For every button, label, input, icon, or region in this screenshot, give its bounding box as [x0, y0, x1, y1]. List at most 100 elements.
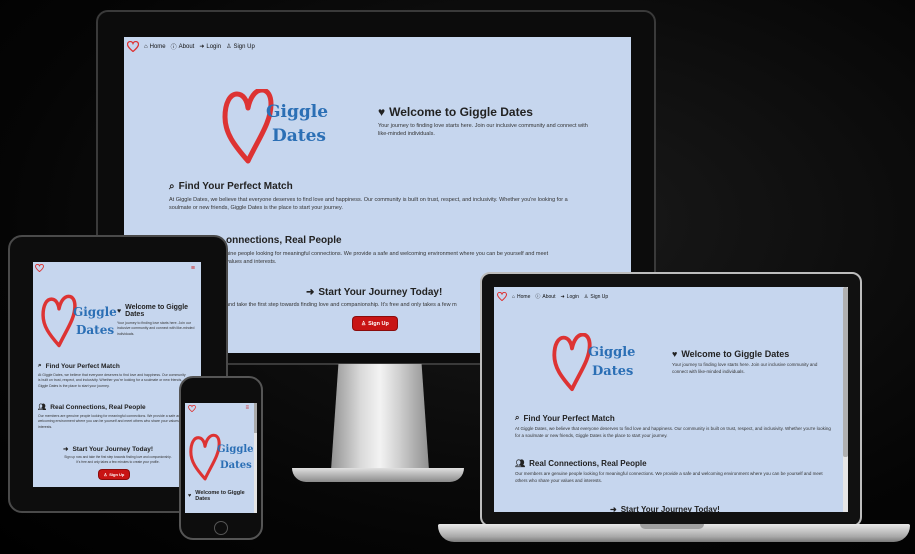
brand-logo: Giggle Dates: [222, 89, 328, 169]
real-text: uine people looking for meaningful conne…: [226, 251, 549, 257]
nav-login-link[interactable]: ➜ Login: [199, 43, 222, 51]
brand-line1: Giggle: [73, 305, 117, 319]
real-text: Our members are genuine people looking f…: [515, 471, 823, 483]
signup-button-label: Sign Up: [368, 320, 389, 327]
find-text: At Giggle Dates, we believe that everyon…: [38, 373, 186, 388]
welcome-title-text: Welcome to Giggle Dates: [389, 105, 533, 119]
navbar: ⌂ Home ⓘ About ➜ Login ♙ Sign Up: [497, 292, 608, 301]
heart-logo-icon[interactable]: [35, 264, 44, 272]
real-text: Our members are genuine people looking f…: [38, 414, 186, 429]
journey-text-line2: It's free and only takes a few minutes t…: [76, 459, 160, 464]
welcome-title-text: Welcome to Giggle Dates: [195, 490, 245, 502]
real-section: onnections, Real People uine people look…: [226, 235, 626, 267]
laptop-notch: [640, 524, 704, 529]
real-text-2: values and interests.: [226, 259, 277, 266]
nav-signup-label: Sign Up: [233, 43, 255, 50]
heart-logo-icon: [552, 333, 592, 392]
find-title: ⌕ Find Your Perfect Match: [515, 413, 835, 423]
signup-button[interactable]: ♙ Sign Up: [353, 317, 397, 330]
heart-logo-icon: [189, 433, 221, 481]
journey-title: ➜ Start Your Journey Today!: [306, 287, 466, 298]
home-icon: ⌂: [144, 43, 148, 50]
laptop-screen: ⌂ Home ⓘ About ➜ Login ♙ Sign Up Giggle Date…: [494, 287, 848, 512]
welcome-section: ♥ Welcome to Giggle Dates Your journey to…: [672, 349, 832, 376]
heart-logo-icon[interactable]: [127, 41, 139, 52]
welcome-title: ♥ Welcome to Giggle Dates: [188, 490, 252, 502]
hamburger-icon[interactable]: ≡: [191, 265, 195, 272]
navbar: ⌂ Home ⓘ About ➜ Login ♙ Sign Up: [127, 41, 255, 52]
nav-about-link[interactable]: ⓘ About: [535, 293, 556, 301]
heart-icon: ♥: [672, 349, 678, 359]
signup-button[interactable]: ♙ Sign Up: [99, 470, 129, 479]
user-plus-icon: ♙: [103, 472, 108, 477]
user-plus-icon: ♙: [226, 44, 232, 50]
scrollbar[interactable]: [843, 287, 848, 512]
brand-line2: Dates: [592, 364, 634, 379]
heart-logo-icon[interactable]: [497, 292, 507, 301]
welcome-title: ♥ Welcome to Giggle Dates: [378, 105, 588, 119]
welcome-section: ♥ Welcome to Giggle Dates Your journey to…: [117, 304, 197, 337]
sign-in-icon: ➜: [610, 505, 617, 512]
home-icon: ⌂: [512, 293, 516, 300]
users-icon: 👥︎: [515, 459, 526, 468]
heart-logo-icon[interactable]: [188, 405, 196, 412]
nav-login-label: Login: [566, 293, 579, 300]
find-title: ⌕ Find Your Perfect Match: [38, 362, 188, 370]
journey-title: ➜ Start Your Journey Today!: [63, 445, 183, 454]
brand-logo: Giggle Dates: [189, 433, 253, 485]
find-title-text: Find Your Perfect Match: [523, 413, 615, 423]
login-icon: ➜: [199, 44, 205, 50]
login-icon: ➜: [560, 293, 565, 300]
user-plus-icon: ♙: [361, 320, 367, 327]
nav-home-label: Home: [149, 43, 166, 50]
welcome-section: ♥ Welcome to Giggle Dates: [188, 490, 252, 502]
signup-button-label: Sign Up: [109, 472, 125, 477]
welcome-title-text: Welcome to Giggle Dates: [125, 304, 189, 318]
user-plus-icon: ♙: [583, 293, 589, 300]
brand-line1: Giggle: [588, 345, 636, 360]
nav-home-link[interactable]: ⌂ Home: [144, 44, 166, 50]
find-title: ⌕ Find Your Perfect Match: [169, 181, 584, 192]
find-text: At Giggle Dates, we believe that everyon…: [515, 426, 831, 438]
nav-signup-link[interactable]: ♙ Sign Up: [584, 294, 608, 300]
welcome-text: Your journey to finding love starts here…: [378, 123, 588, 137]
heart-logo-icon: [41, 294, 77, 348]
scrollbar[interactable]: [254, 403, 257, 513]
search-icon: ⌕: [169, 181, 175, 192]
brand-line1: Giggle: [217, 444, 254, 455]
find-text: At Giggle Dates, we believe that everyon…: [169, 197, 568, 212]
nav-about-label: About: [178, 43, 195, 50]
journey-text: and take the first step towards finding …: [226, 302, 457, 308]
heart-icon: ♥: [188, 493, 192, 499]
nav-about-link[interactable]: ⓘ About: [170, 42, 195, 52]
journey-section: ➜ Start Your Journey Today!: [63, 445, 183, 454]
desktop-base: [292, 468, 464, 482]
journey-section: ➜ Start Your Journey Today!: [610, 505, 750, 512]
hamburger-icon[interactable]: ≡: [245, 405, 249, 411]
real-section: 👥︎ Real Connections, Real People Our memb…: [38, 403, 188, 430]
find-title-text: Find Your Perfect Match: [45, 362, 120, 370]
users-icon: 👥︎: [38, 404, 47, 411]
real-title-text: Real Connections, Real People: [50, 403, 146, 411]
info-icon: ⓘ: [170, 45, 177, 51]
nav-home-link[interactable]: ⌂ Home: [512, 294, 530, 300]
brand-line2: Dates: [272, 126, 326, 146]
nav-login-label: Login: [206, 43, 222, 50]
heart-icon: ♥: [378, 105, 386, 119]
heart-icon: ♥: [117, 307, 122, 315]
real-title: onnections, Real People: [226, 235, 342, 246]
brand-logo: Giggle Dates: [41, 294, 121, 354]
search-icon: ⌕: [38, 362, 42, 369]
real-title: 👥︎ Real Connections, Real People: [515, 459, 835, 468]
real-title: 👥︎ Real Connections, Real People: [38, 403, 188, 412]
search-icon: ⌕: [515, 413, 520, 422]
welcome-text: Your journey to finding love starts here…: [672, 362, 818, 374]
journey-title-text: Start Your Journey Today!: [72, 445, 153, 453]
nav-signup-link[interactable]: ♙ Sign Up: [226, 43, 255, 51]
journey-title-text: Start Your Journey Today!: [620, 505, 720, 512]
find-section: ⌕ Find Your Perfect Match At Giggle Dates…: [38, 362, 188, 389]
nav-login-link[interactable]: ➜ Login: [560, 294, 578, 300]
nav-home-label: Home: [517, 293, 531, 300]
scrollbar-thumb[interactable]: [843, 287, 848, 457]
nav-about-label: About: [542, 293, 556, 300]
